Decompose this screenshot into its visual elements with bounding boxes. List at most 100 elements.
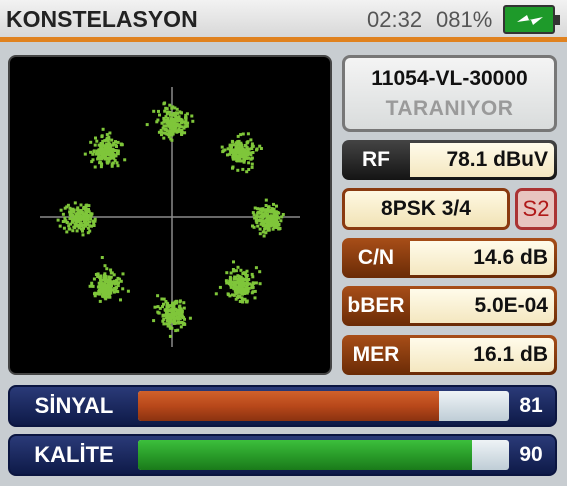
- constellation-point: [183, 131, 187, 135]
- quality-label: KALİTE: [34, 442, 114, 467]
- constellation-point: [181, 321, 185, 325]
- constellation-point: [237, 151, 241, 155]
- constellation-point: [169, 117, 173, 121]
- constellation-point: [244, 288, 248, 292]
- constellation-point: [107, 275, 111, 279]
- constellation-point: [178, 304, 182, 308]
- constellation-point: [76, 206, 80, 210]
- constellation-point: [97, 152, 101, 156]
- constellation-point: [119, 279, 123, 283]
- constellation-point: [279, 219, 283, 223]
- constellation-point: [167, 304, 171, 308]
- constellation-point: [225, 271, 229, 275]
- constellation-point: [241, 297, 244, 301]
- constellation-point: [157, 109, 160, 113]
- constellation-diagram: [8, 55, 332, 375]
- constellation-point: [162, 302, 165, 306]
- constellation-point: [91, 158, 95, 162]
- constellation-point: [95, 139, 99, 143]
- constellation-point: [161, 319, 165, 323]
- constellation-point: [236, 168, 240, 172]
- cn-value: 14.6 dB: [410, 241, 554, 275]
- constellation-point: [163, 127, 167, 131]
- constellation-point: [86, 218, 89, 222]
- constellation-point: [61, 220, 65, 223]
- constellation-point: [182, 306, 186, 310]
- constellation-point: [277, 227, 281, 231]
- constellation-point: [250, 165, 254, 169]
- constellation-point: [214, 292, 218, 296]
- constellation-point: [251, 285, 255, 289]
- constellation-point: [98, 299, 102, 303]
- constellation-point: [172, 111, 176, 115]
- constellation-point: [262, 234, 266, 238]
- constellation-point: [162, 297, 166, 301]
- constellation-point: [259, 215, 263, 218]
- constellation-point: [175, 119, 179, 123]
- constellation-point: [234, 297, 238, 301]
- constellation-point: [240, 291, 244, 295]
- constellation-point: [168, 131, 172, 135]
- constellation-point: [85, 209, 89, 213]
- constellation-point: [102, 150, 106, 154]
- constellation-point: [108, 131, 112, 135]
- constellation-point: [240, 146, 244, 150]
- constellation-point: [171, 105, 175, 109]
- constellation-point: [166, 316, 170, 320]
- constellation-point: [236, 140, 240, 144]
- screen-title: KONSTELASYON: [6, 6, 198, 32]
- constellation-point: [96, 157, 100, 161]
- constellation-point: [228, 279, 232, 283]
- constellation-point: [110, 153, 114, 156]
- constellation-point: [164, 106, 168, 110]
- constellation-point: [94, 136, 97, 140]
- constellation-point: [107, 149, 111, 153]
- constellation-point: [121, 272, 125, 276]
- rf-value: 78.1 dBuV: [410, 143, 554, 177]
- constellation-point: [176, 116, 179, 120]
- constellation-point: [145, 123, 149, 127]
- constellation-point: [115, 281, 119, 285]
- constellation-point: [164, 115, 168, 119]
- constellation-point: [160, 121, 164, 125]
- constellation-point: [254, 266, 258, 270]
- constellation-point: [109, 268, 113, 272]
- constellation-point: [93, 219, 97, 223]
- constellation-point: [119, 142, 123, 146]
- constellation-point: [255, 215, 258, 219]
- constellation-point: [180, 132, 183, 136]
- constellation-point: [272, 202, 275, 206]
- constellation-point: [162, 322, 166, 326]
- scan-status: TARANIYOR: [385, 97, 514, 120]
- constellation-point: [260, 219, 264, 223]
- constellation-point: [71, 229, 75, 233]
- constellation-point: [182, 301, 186, 305]
- header-bar: KONSTELASYON 02:32 081%: [0, 0, 567, 42]
- constellation-point: [176, 111, 180, 115]
- constellation-point: [258, 232, 262, 236]
- constellation-point: [176, 124, 180, 128]
- constellation-point: [232, 260, 235, 264]
- constellation-point: [179, 325, 183, 329]
- constellation-point: [116, 152, 120, 156]
- constellation-point: [90, 212, 94, 216]
- constellation-point: [228, 275, 232, 279]
- constellation-point: [92, 277, 96, 281]
- constellation-point: [246, 132, 250, 136]
- bber-value: 5.0E-04: [410, 289, 554, 323]
- constellation-point: [164, 309, 168, 312]
- constellation-point: [231, 166, 234, 170]
- constellation-point: [68, 227, 72, 231]
- constellation-point: [182, 316, 185, 320]
- constellation-point: [63, 216, 67, 220]
- constellation-point: [99, 142, 103, 145]
- constellation-point: [168, 125, 172, 129]
- constellation-point: [259, 208, 263, 212]
- constellation-point: [116, 164, 120, 168]
- constellation-point: [162, 136, 166, 140]
- constellation-point: [229, 271, 233, 275]
- mer-row: MER 16.1 dB: [342, 335, 557, 375]
- constellation-point: [103, 156, 107, 160]
- constellation-point: [108, 156, 112, 160]
- constellation-point: [82, 215, 86, 219]
